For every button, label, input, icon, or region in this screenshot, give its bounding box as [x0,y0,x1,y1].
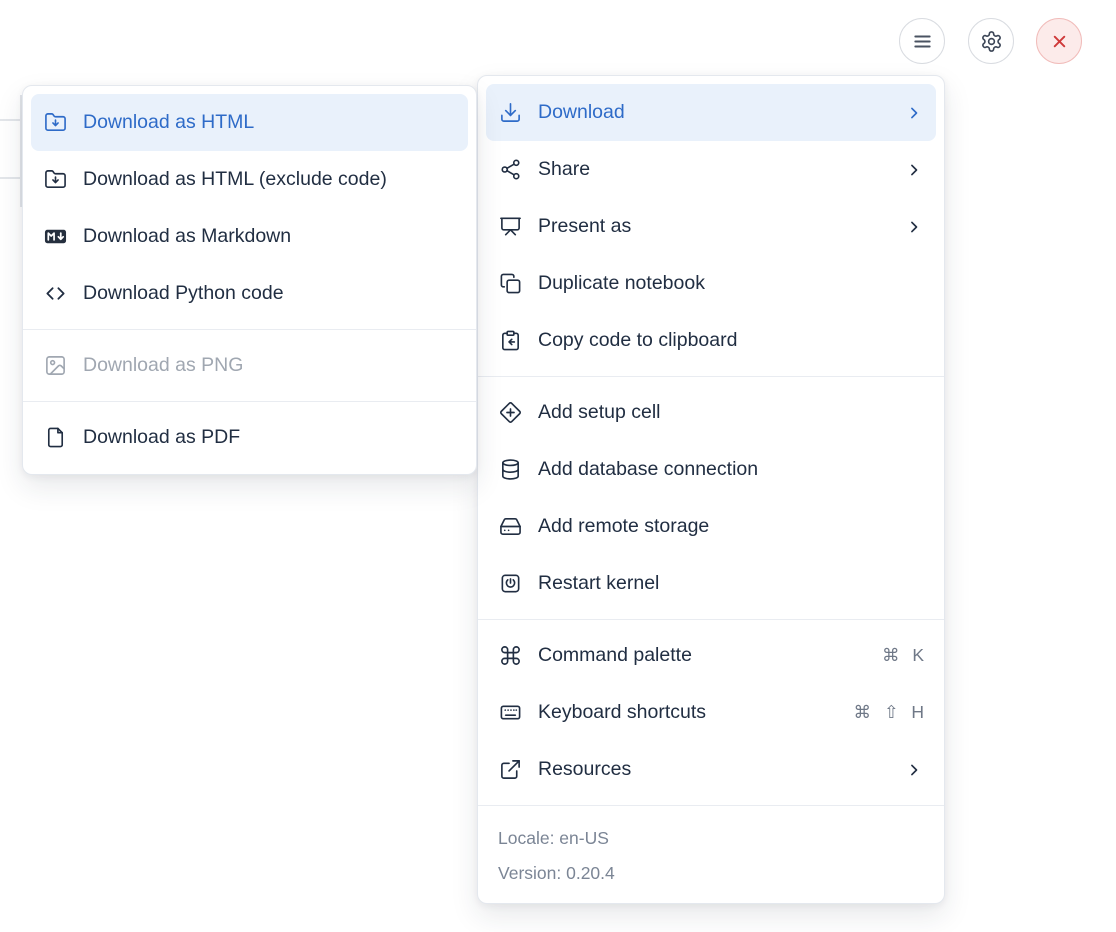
menu-item-command-palette[interactable]: Command palette ⌘ K [486,627,936,684]
menu-item-label: Present as [538,215,631,238]
menu-item-label: Command palette [538,644,692,667]
menu-separator [478,619,944,620]
menu-item-label: Download as HTML [83,111,254,134]
background-cell-border [0,177,21,179]
menu-item-keyboard-shortcuts[interactable]: Keyboard shortcuts ⌘ ⇧ H [486,684,936,741]
chevron-right-icon [904,160,924,180]
menu-item-label: Download [538,101,625,124]
code-icon [43,281,68,306]
menu-item-download-python-code[interactable]: Download Python code [31,265,468,322]
database-icon [498,457,523,482]
keyboard-shortcut-hint: ⌘ ⇧ H [853,702,924,723]
menu-item-download-as-pdf[interactable]: Download as PDF [31,409,468,466]
version-text: Version: 0.20.4 [478,856,944,891]
menu-item-label: Download as PDF [83,426,240,449]
menu-item-add-remote-storage[interactable]: Add remote storage [486,498,936,555]
image-icon [43,353,68,378]
menu-separator [23,329,476,330]
menu-item-label: Download as HTML (exclude code) [83,168,387,191]
locale-text: Locale: en-US [478,821,944,856]
close-button[interactable] [1036,18,1082,64]
folder-down-icon [43,110,68,135]
gear-icon [979,29,1004,54]
menu-item-download-as-markdown[interactable]: Download as Markdown [31,208,468,265]
settings-button[interactable] [968,18,1014,64]
share-icon [498,157,523,182]
chevron-right-icon [904,103,924,123]
menu-item-duplicate-notebook[interactable]: Duplicate notebook [486,255,936,312]
menu-item-label: Resources [538,758,631,781]
menu-item-add-database-connection[interactable]: Add database connection [486,441,936,498]
clipboard-copy-icon [498,328,523,353]
menu-separator [478,376,944,377]
menu-item-label: Add database connection [538,458,758,481]
menu-item-share[interactable]: Share [486,141,936,198]
file-icon [43,425,68,450]
menu-item-label: Download as Markdown [83,225,291,248]
download-icon [498,100,523,125]
menu-item-download-as-html[interactable]: Download as HTML [31,94,468,151]
diamond-plus-icon [498,400,523,425]
external-link-icon [498,757,523,782]
notebook-actions-menu: Download Share Present [477,75,945,904]
menu-item-label: Duplicate notebook [538,272,705,295]
menu-item-label: Add setup cell [538,401,661,424]
menu-item-label: Keyboard shortcuts [538,701,706,724]
close-icon [1047,29,1072,54]
menu-item-add-setup-cell[interactable]: Add setup cell [486,384,936,441]
keyboard-shortcut-hint: ⌘ K [882,645,924,666]
markdown-icon [43,224,68,249]
hard-drive-icon [498,514,523,539]
menu-item-resources[interactable]: Resources [486,741,936,798]
menu-item-label: Download Python code [83,282,284,305]
menu-item-restart-kernel[interactable]: Restart kernel [486,555,936,612]
menu-item-download-as-html-exclude-code[interactable]: Download as HTML (exclude code) [31,151,468,208]
presentation-icon [498,214,523,239]
menu-separator [23,401,476,402]
menu-item-download[interactable]: Download [486,84,936,141]
menu-item-download-as-png: Download as PNG [31,337,468,394]
duplicate-icon [498,271,523,296]
menu-item-label: Download as PNG [83,354,243,377]
power-icon [498,571,523,596]
hamburger-icon [910,29,935,54]
menu-item-copy-code-to-clipboard[interactable]: Copy code to clipboard [486,312,936,369]
menu-separator [478,805,944,806]
menu-item-label: Add remote storage [538,515,709,538]
menu-button[interactable] [899,18,945,64]
chevron-right-icon [904,760,924,780]
folder-down-icon [43,167,68,192]
menu-footer: Locale: en-US Version: 0.20.4 [478,813,944,895]
app-window: Download as HTML Download as HTML (exclu… [0,0,1116,932]
menu-item-present-as[interactable]: Present as [486,198,936,255]
menu-item-label: Restart kernel [538,572,659,595]
download-submenu: Download as HTML Download as HTML (exclu… [22,85,477,475]
menu-item-label: Share [538,158,590,181]
keyboard-icon [498,700,523,725]
command-icon [498,643,523,668]
chevron-right-icon [904,217,924,237]
menu-item-label: Copy code to clipboard [538,329,737,352]
background-cell-border [0,119,21,121]
